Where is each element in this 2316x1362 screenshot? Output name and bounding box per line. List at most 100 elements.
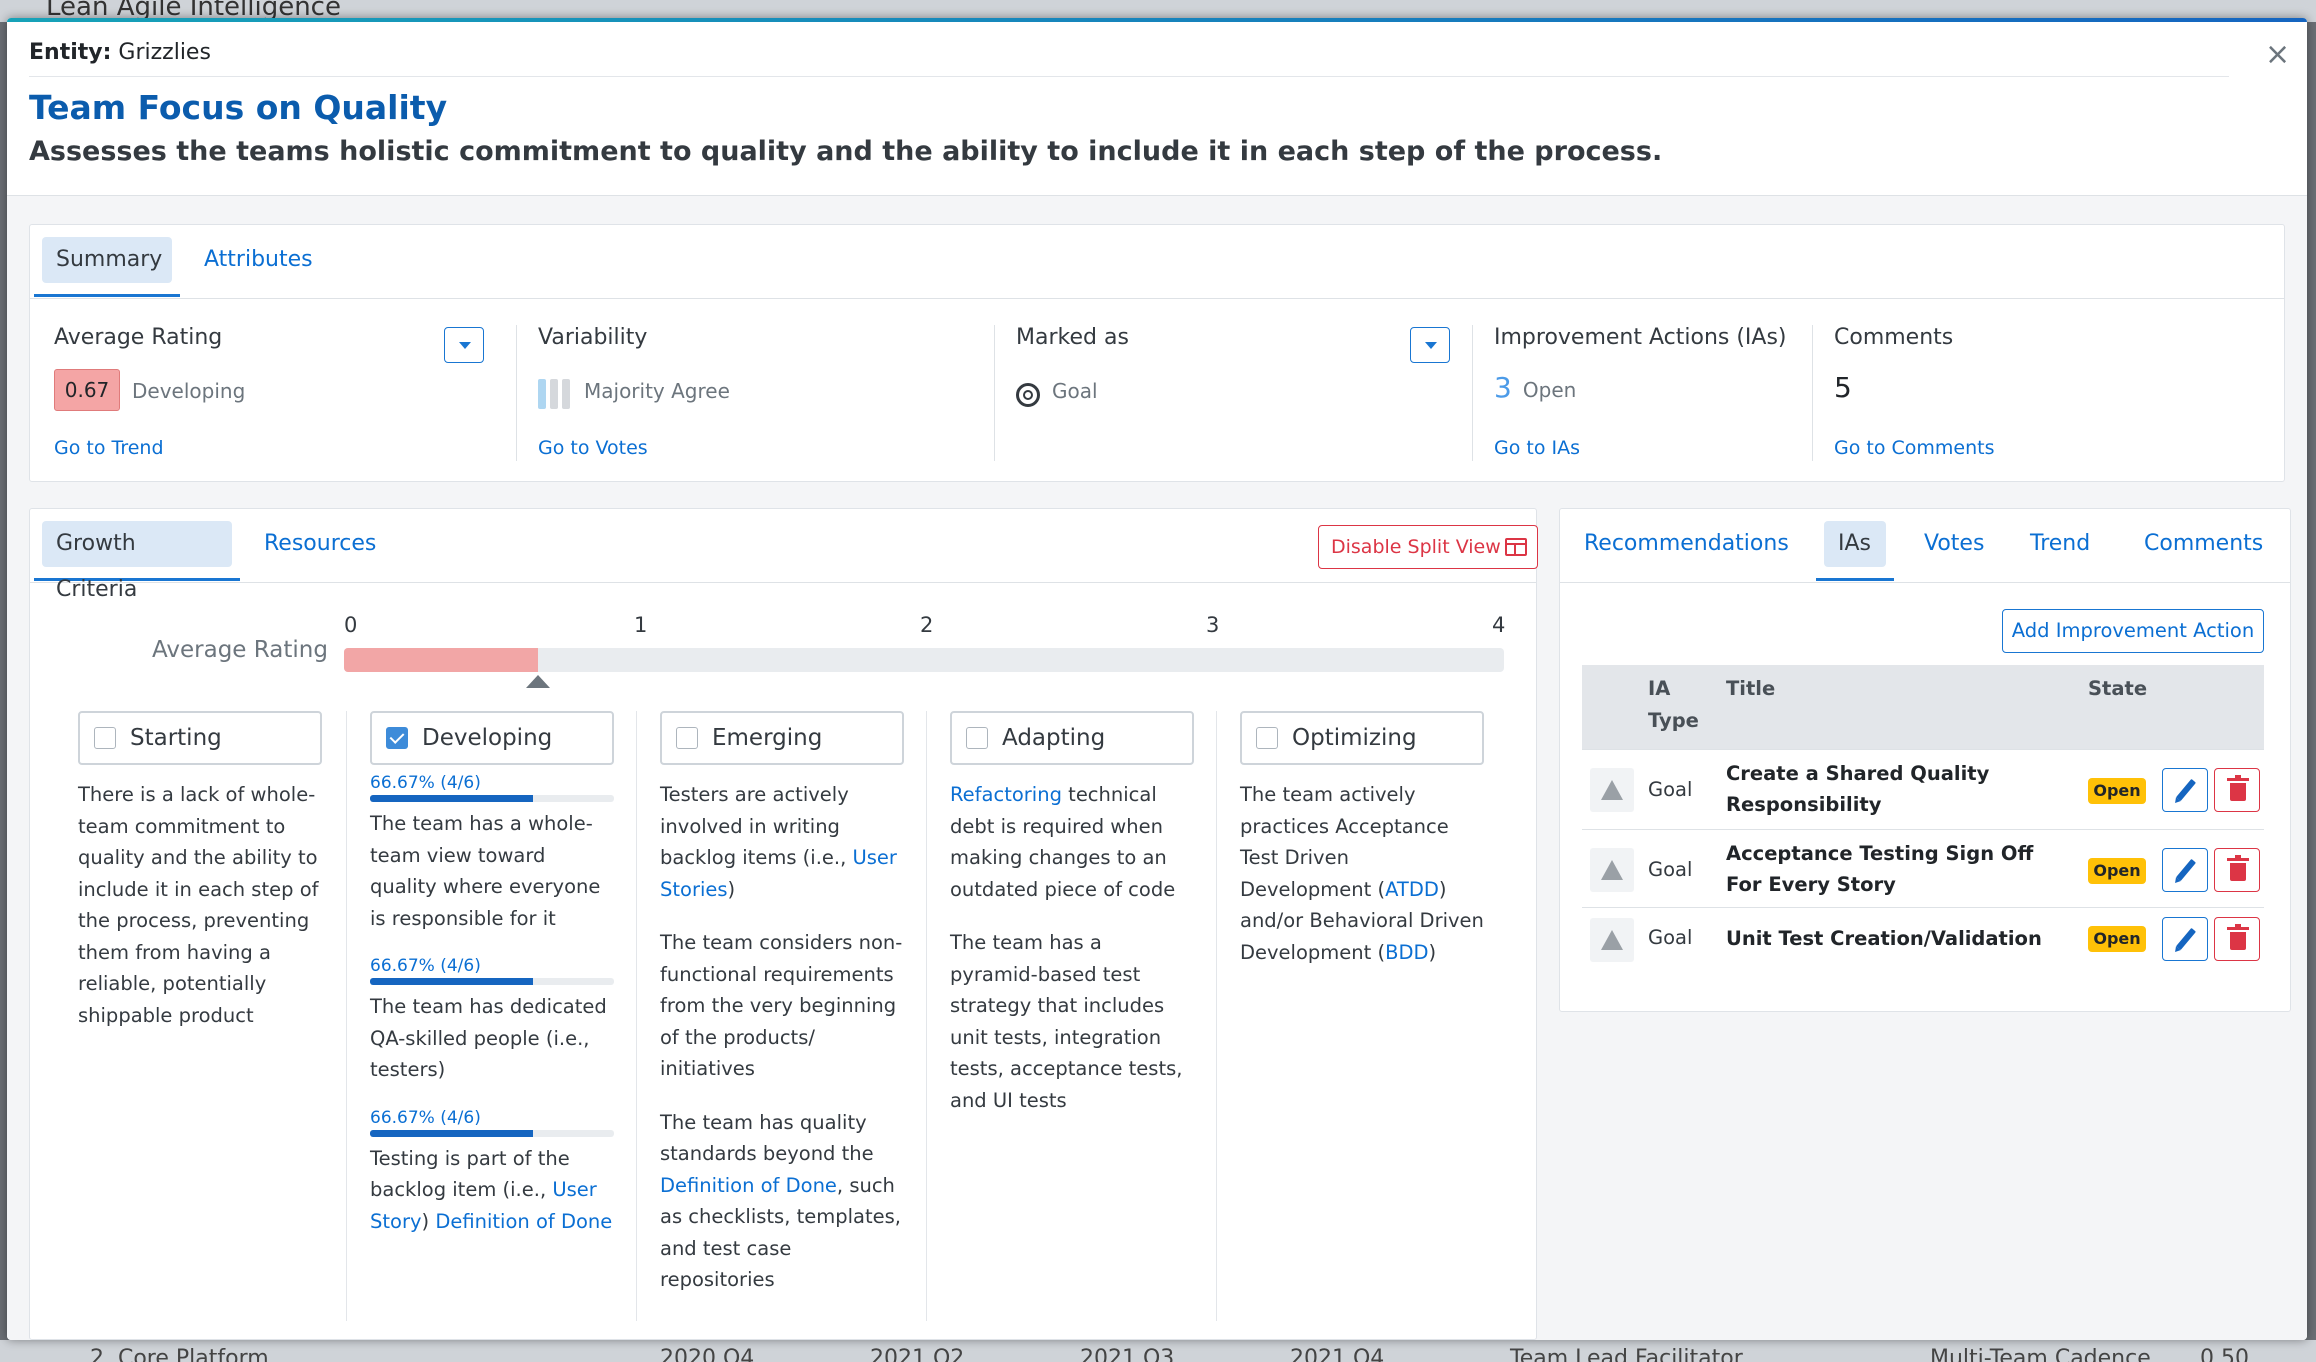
table-row[interactable]: Goal Acceptance Testing Sign Off For Eve…	[1582, 829, 2264, 907]
criterion-percent: 66.67% (4/6)	[370, 773, 481, 793]
criterion: 66.67% (4/6) The team has a whole-team v…	[370, 773, 614, 934]
stage-divider	[926, 711, 927, 1321]
table-row[interactable]: Goal Create a Shared Quality Responsibil…	[1582, 749, 2264, 829]
stage-checkbox[interactable]	[676, 727, 698, 749]
summary-divider	[516, 325, 517, 461]
column-state: State	[2088, 677, 2148, 700]
stage-name: Starting	[130, 725, 222, 751]
refactoring-link[interactable]: Refactoring	[950, 783, 1062, 806]
tab-growth-criteria[interactable]: Growth Criteria	[34, 521, 240, 602]
pencil-icon	[2175, 927, 2197, 951]
delete-button[interactable]	[2214, 848, 2260, 892]
tab-ias-label: IAs	[1838, 531, 1871, 556]
go-to-trend-link[interactable]: Go to Trend	[54, 437, 164, 459]
marked-as-dropdown[interactable]	[1410, 327, 1450, 363]
go-to-comments-link[interactable]: Go to Comments	[1834, 437, 1995, 459]
attribute-modal: Entity: Grizzlies × Team Focus on Qualit…	[7, 18, 2307, 1340]
table-row[interactable]: Goal Unit Test Creation/Validation Open	[1582, 907, 2264, 969]
tab-votes[interactable]: Votes	[1910, 521, 1998, 581]
stage-checkbox[interactable]	[94, 727, 116, 749]
average-rating-dropdown[interactable]	[444, 327, 484, 363]
go-to-votes-link[interactable]: Go to Votes	[538, 437, 648, 459]
edit-button[interactable]	[2162, 768, 2208, 812]
criterion-text: The team has a pyramid-based test strate…	[950, 931, 1183, 1112]
tab-attributes[interactable]: Attributes	[190, 237, 327, 297]
tab-attributes-label: Attributes	[204, 247, 313, 272]
stage-adapting-criteria: Refactoring technical debt is required w…	[950, 779, 1194, 1138]
background-fragment: Multi-Team Cadence	[1930, 1346, 2151, 1362]
disable-split-view-label: Disable Split View	[1331, 536, 1501, 558]
tab-resources-label: Resources	[264, 531, 377, 556]
criterion-text: Refactoring technical debt is required w…	[950, 783, 1176, 901]
atdd-link[interactable]: ATDD	[1385, 878, 1439, 901]
comments-label: Comments	[1834, 325, 1954, 350]
entity-divider	[29, 76, 2229, 77]
entity-value: Grizzlies	[118, 40, 211, 65]
definition-of-done-link[interactable]: Definition of Done	[660, 1174, 837, 1197]
target-icon	[1016, 383, 1040, 407]
criterion-progress	[370, 1129, 614, 1137]
tab-ias[interactable]: IAs	[1816, 521, 1894, 581]
status-badge: Open	[2088, 858, 2146, 884]
criterion-text: Testers are actively involved in writing…	[660, 783, 897, 901]
page-title: Team Focus on Quality	[29, 88, 448, 127]
comments-summary: Comments 5 Go to Comments	[1834, 325, 2234, 461]
stage-checkbox[interactable]	[386, 727, 408, 749]
criterion-text: The team has a whole-team view toward qu…	[370, 812, 601, 930]
criterion: 66.67% (4/6) The team has dedicated QA-s…	[370, 956, 614, 1086]
column-title: Title	[1726, 677, 1776, 700]
stage-name: Emerging	[712, 725, 823, 751]
bdd-link[interactable]: BDD	[1385, 941, 1428, 964]
ias-tabs: Recommendations IAs Votes Trend Comments	[1560, 509, 2290, 583]
trash-icon	[2227, 855, 2249, 881]
close-icon[interactable]: ×	[2265, 40, 2290, 70]
tab-resources[interactable]: Resources	[250, 521, 390, 581]
edit-button[interactable]	[2162, 848, 2208, 892]
stage-name: Optimizing	[1292, 725, 1417, 751]
tab-comments[interactable]: Comments	[2130, 521, 2277, 581]
stage-developing[interactable]: Developing	[370, 711, 614, 765]
tab-trend[interactable]: Trend	[2016, 521, 2104, 581]
ia-label: Improvement Actions (IAs)	[1494, 325, 1787, 350]
tab-summary[interactable]: Summary	[34, 237, 180, 297]
modal-body: Summary Attributes Average Rating 0.67 D…	[7, 196, 2307, 1340]
stage-adapting[interactable]: Adapting	[950, 711, 1194, 765]
definition-of-done-link[interactable]: Definition of Done	[435, 1210, 612, 1233]
stage-starting[interactable]: Starting	[78, 711, 322, 765]
variability-bars-icon	[538, 379, 572, 409]
edit-button[interactable]	[2162, 917, 2208, 961]
ia-title: Create a Shared Quality Responsibility	[1726, 762, 1990, 816]
delete-button[interactable]	[2214, 768, 2260, 812]
ia-count-line: 3 Open	[1494, 371, 1576, 404]
variability-summary: Variability Majority Agree Go to Votes	[538, 325, 968, 461]
trash-icon	[2227, 775, 2249, 801]
marked-as-label: Marked as	[1016, 325, 1129, 350]
growth-criteria-card: Growth Criteria Resources Disable Split …	[29, 508, 1538, 1340]
tab-votes-label: Votes	[1924, 531, 1985, 556]
go-to-ias-link[interactable]: Go to IAs	[1494, 437, 1580, 459]
stage-checkbox[interactable]	[966, 727, 988, 749]
disable-split-view-button[interactable]: Disable Split View	[1318, 525, 1538, 569]
page-subtitle: Assesses the teams holistic commitment t…	[29, 136, 1663, 167]
tab-recommendations-label: Recommendations	[1584, 531, 1789, 556]
marked-as-summary: Marked as Goal	[1016, 325, 1466, 461]
criterion-text: The team has dedicated QA-skilled people…	[370, 995, 607, 1081]
summary-card: Summary Attributes Average Rating 0.67 D…	[29, 224, 2285, 482]
stage-divider	[636, 711, 637, 1321]
rating-level: Developing	[132, 379, 246, 403]
add-improvement-action-button[interactable]: Add Improvement Action	[2002, 609, 2264, 653]
scale-tick: 2	[920, 613, 934, 637]
ia-type: Goal	[1648, 858, 1693, 881]
scale-tick: 1	[634, 613, 648, 637]
tab-recommendations[interactable]: Recommendations	[1570, 521, 1803, 581]
stage-optimizing[interactable]: Optimizing	[1240, 711, 1484, 765]
pencil-icon	[2175, 778, 2197, 802]
ia-title: Unit Test Creation/Validation	[1726, 927, 2042, 950]
stage-checkbox[interactable]	[1256, 727, 1278, 749]
stage-emerging[interactable]: Emerging	[660, 711, 904, 765]
split-view-icon	[1505, 538, 1527, 556]
delete-button[interactable]	[2214, 917, 2260, 961]
stage-name: Adapting	[1002, 725, 1106, 751]
chevron-down-icon	[1425, 342, 1437, 349]
summary-tabs: Summary Attributes	[30, 225, 2284, 299]
